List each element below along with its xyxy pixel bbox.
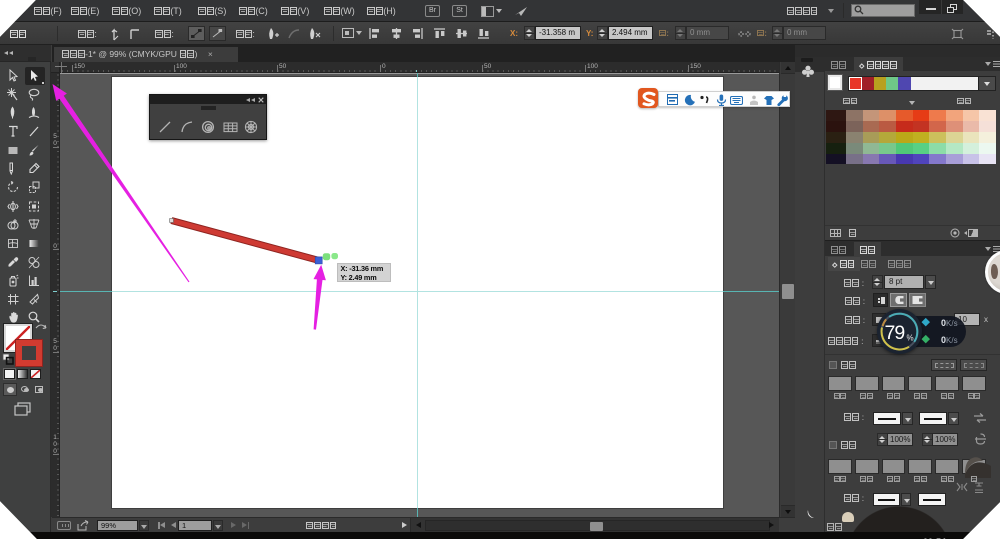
svg-text:%: % [907, 334, 914, 343]
svg-text:79: 79 [885, 322, 905, 344]
